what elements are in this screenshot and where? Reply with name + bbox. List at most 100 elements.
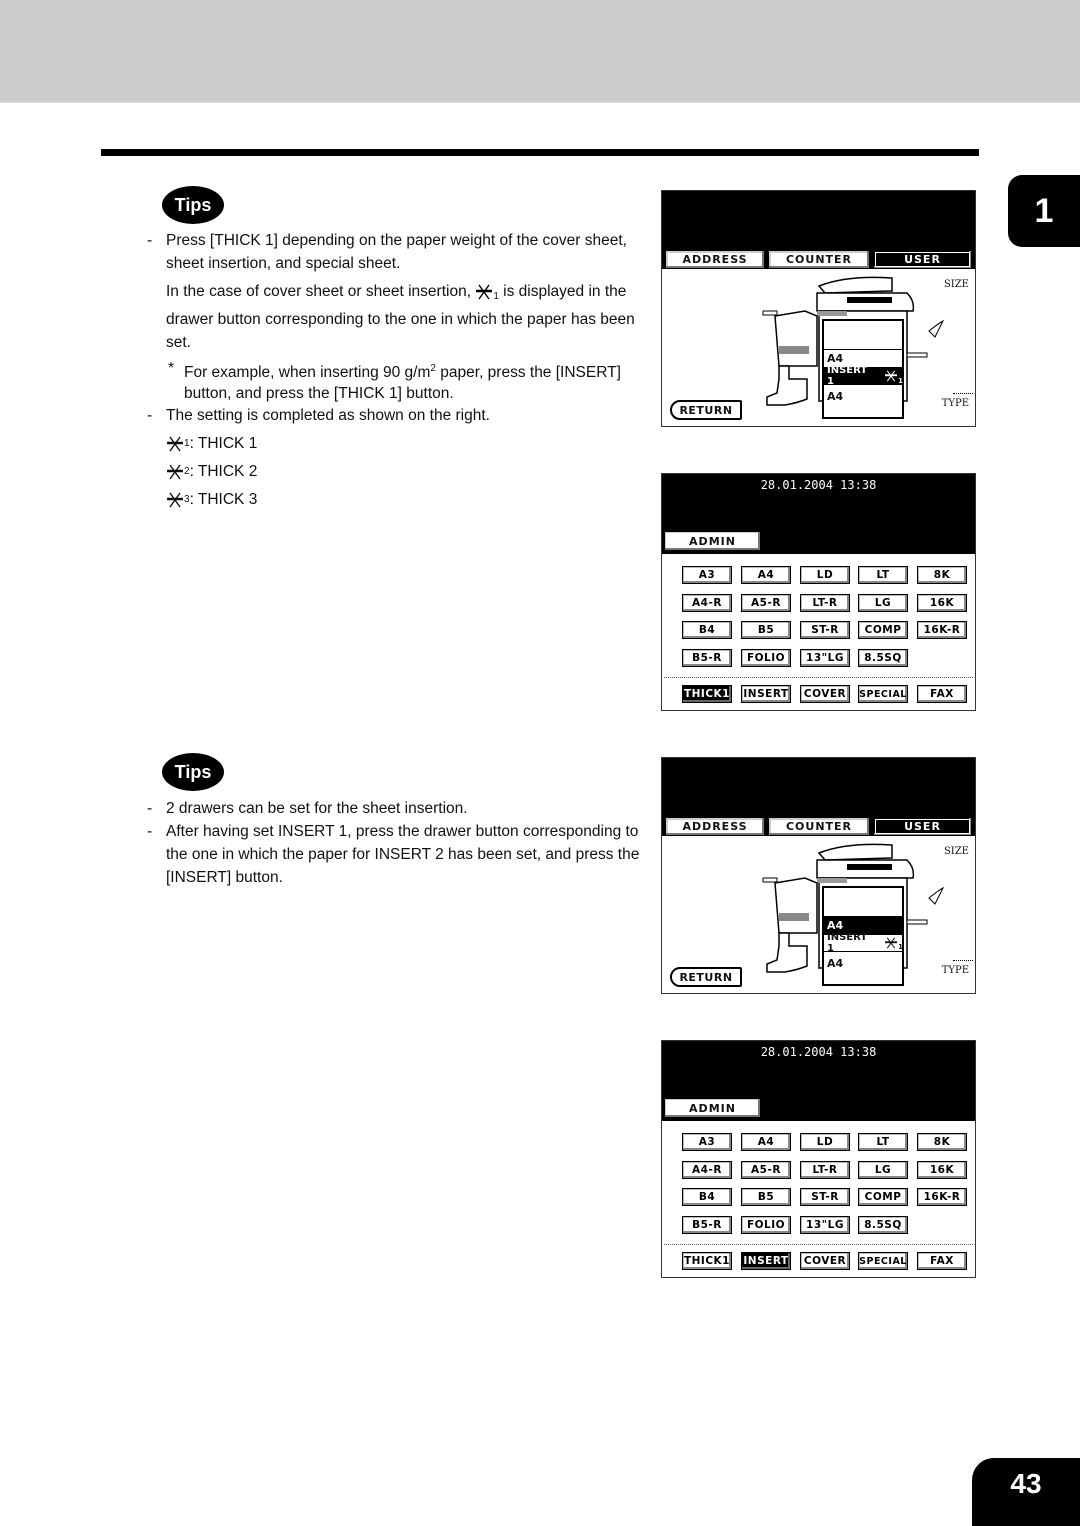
- page-number: 43: [1010, 1468, 1042, 1499]
- tip-item: - The setting is completed as shown on t…: [147, 407, 490, 425]
- paper-size-button[interactable]: A4: [741, 1133, 791, 1151]
- paper-size-button[interactable]: LT-R: [800, 1161, 850, 1179]
- paper-size-button[interactable]: FOLIO: [741, 649, 791, 667]
- paper-size-button[interactable]: COMP: [858, 1188, 908, 1206]
- paper-size-button[interactable]: FOLIO: [741, 1216, 791, 1234]
- paper-size-button[interactable]: COMP: [858, 621, 908, 639]
- thick-paper-icon: [884, 937, 898, 949]
- paper-size-button[interactable]: LD: [800, 566, 850, 584]
- admin-tab[interactable]: ADMIN: [664, 1098, 761, 1118]
- paper-size-button[interactable]: 16K-R: [917, 1188, 967, 1206]
- paper-type-button-insert[interactable]: INSERT: [741, 685, 791, 703]
- type-label: TYPE: [941, 965, 969, 976]
- paper-size-button[interactable]: B5: [741, 1188, 791, 1206]
- paper-size-button[interactable]: A5-R: [741, 594, 791, 612]
- tab-counter[interactable]: COUNTER: [768, 250, 870, 269]
- tip-item: - 2 drawers can be set for the sheet ins…: [147, 800, 468, 817]
- paper-size-button[interactable]: B4: [682, 621, 732, 639]
- tab-user[interactable]: USER: [873, 250, 972, 269]
- section-rule: [101, 149, 979, 156]
- paper-size-button[interactable]: LT-R: [800, 594, 850, 612]
- paper-size-button[interactable]: B5: [741, 621, 791, 639]
- paper-type-button-fax[interactable]: FAX: [917, 1252, 967, 1270]
- paper-size-button[interactable]: ST-R: [800, 621, 850, 639]
- paper-type-button-cover[interactable]: COVER: [800, 1252, 850, 1270]
- paper-type-button-thick1[interactable]: THICK1: [682, 1252, 732, 1270]
- return-button[interactable]: RETURN: [670, 400, 742, 420]
- paper-size-button[interactable]: 8K: [917, 566, 967, 584]
- thick-level: 1: [898, 377, 903, 385]
- header-band: [0, 0, 1080, 103]
- tab-address[interactable]: ADDRESS: [665, 817, 765, 836]
- paper-size-button[interactable]: B4: [682, 1188, 732, 1206]
- tip-paragraph: In the case of cover sheet or sheet inse…: [166, 283, 635, 351]
- user-screen: ADDRESS COUNTER USER A4 INSERT 1 1 A4 SIZE TYPE…: [661, 190, 976, 427]
- thick-paper-icon: [166, 464, 184, 480]
- insert-label: INSERT 1: [827, 932, 868, 954]
- thick-paper-icon: [166, 492, 184, 508]
- tips-badge: Tips: [162, 186, 224, 224]
- thick-label: : THICK 1: [189, 435, 258, 453]
- type-label: TYPE: [941, 398, 969, 409]
- paper-size-button[interactable]: B5-R: [682, 1216, 732, 1234]
- paper-type-button-cover[interactable]: COVER: [800, 685, 850, 703]
- paper-size-button[interactable]: 16K: [917, 594, 967, 612]
- paper-type-button-thick1[interactable]: THICK1: [682, 685, 732, 703]
- thick-paper-icon: [884, 370, 898, 382]
- thick-legend-row: 3: THICK 3: [145, 488, 640, 511]
- size-label: SIZE: [943, 279, 969, 290]
- thick-legend: 1: THICK 1 2: THICK 2 3: THICK 3: [145, 432, 640, 511]
- paper-type-button-fax[interactable]: FAX: [917, 685, 967, 703]
- tip-note: * For example, when inserting 90 g/m2 pa…: [168, 360, 621, 403]
- paper-type-button-insert[interactable]: INSERT: [741, 1252, 791, 1270]
- size-label: SIZE: [943, 846, 969, 857]
- paper-size-button[interactable]: LD: [800, 1133, 850, 1151]
- paper-size-button[interactable]: A4: [741, 566, 791, 584]
- tab-user[interactable]: USER: [873, 817, 972, 836]
- paper-size-button[interactable]: 13"LG: [800, 649, 850, 667]
- user-screen: ADDRESS COUNTER USER A4 INSERT 1 1 A4 SIZE TYPE…: [661, 757, 976, 994]
- return-button[interactable]: RETURN: [670, 967, 742, 987]
- paper-size-button[interactable]: LT: [858, 1133, 908, 1151]
- paper-type-button-special[interactable]: SPECIAL: [858, 1252, 908, 1270]
- paper-type-button-special[interactable]: SPECIAL: [858, 685, 908, 703]
- datetime: 28.01.2004 13:38: [760, 478, 877, 492]
- tip-item: - Press [THICK 1] depending on the paper…: [147, 232, 627, 272]
- paper-size-button[interactable]: 8.5SQ: [858, 649, 908, 667]
- paper-size-button[interactable]: A5-R: [741, 1161, 791, 1179]
- thick-paper-icon: [166, 436, 184, 452]
- type-divider: [953, 393, 973, 394]
- paper-size-button[interactable]: 16K-R: [917, 621, 967, 639]
- paper-size-button[interactable]: 8K: [917, 1133, 967, 1151]
- page-number-tab: 43: [972, 1458, 1080, 1526]
- paper-size-button[interactable]: 13"LG: [800, 1216, 850, 1234]
- tab-address[interactable]: ADDRESS: [665, 250, 765, 269]
- thick-level: 1: [898, 943, 903, 951]
- paper-size-button[interactable]: LG: [858, 1161, 908, 1179]
- paper-size-button[interactable]: B5-R: [682, 649, 732, 667]
- tips-badge: Tips: [162, 753, 224, 791]
- paper-size-button[interactable]: 8.5SQ: [858, 1216, 908, 1234]
- paper-size-button[interactable]: LG: [858, 594, 908, 612]
- thick-legend-row: 2: THICK 2: [145, 460, 640, 483]
- paper-size-button[interactable]: A3: [682, 1133, 732, 1151]
- paper-size-button[interactable]: A4-R: [682, 594, 732, 612]
- drawer-button-lower[interactable]: A4: [823, 954, 903, 972]
- chapter-tab: 1: [1008, 175, 1080, 247]
- paper-size-button[interactable]: A4-R: [682, 1161, 732, 1179]
- thick-label: : THICK 2: [189, 463, 258, 481]
- type-divider: [953, 960, 973, 961]
- thick-label: : THICK 3: [189, 491, 258, 509]
- paper-size-button[interactable]: A3: [682, 566, 732, 584]
- paper-size-button[interactable]: 16K: [917, 1161, 967, 1179]
- insert-label: INSERT 1: [827, 365, 868, 387]
- thick-paper-icon: [475, 284, 493, 300]
- admin-tab[interactable]: ADMIN: [664, 531, 761, 551]
- drawer-button-insert[interactable]: INSERT 1 1: [823, 932, 903, 954]
- drawer-button-insert[interactable]: INSERT 1 1: [823, 365, 903, 387]
- paper-size-button[interactable]: ST-R: [800, 1188, 850, 1206]
- thick-legend-row: 1: THICK 1: [145, 432, 640, 455]
- drawer-button-lower[interactable]: A4: [823, 387, 903, 405]
- paper-size-button[interactable]: LT: [858, 566, 908, 584]
- tab-counter[interactable]: COUNTER: [768, 817, 870, 836]
